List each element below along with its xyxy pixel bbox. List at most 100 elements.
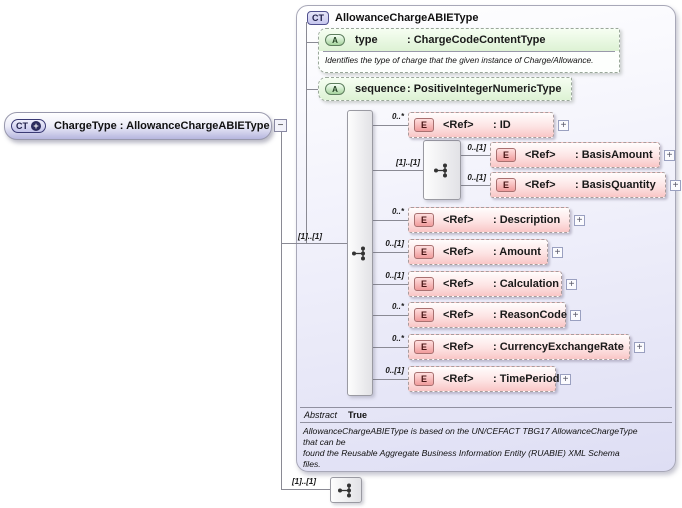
cardinality-timeperiod: 0..[1] (385, 366, 404, 375)
element-name: : Calculation (493, 278, 560, 290)
attribute-sequence-node[interactable]: A sequence : PositiveIntegerNumericType (318, 77, 572, 101)
sequence-compositor[interactable] (347, 110, 373, 396)
element-icon: E (414, 308, 434, 322)
element-icon: E (496, 148, 516, 162)
root-sequence-connector-line (281, 489, 332, 490)
group-cardinality: [1]..[1] (396, 158, 420, 167)
calculation-connector-line (373, 284, 408, 285)
attribute-type-node[interactable]: A type : ChargeCodeContentType Identifie… (318, 28, 620, 73)
element-icon: E (414, 118, 434, 132)
element-ref: <Ref> (443, 309, 474, 321)
expand-button[interactable]: + (552, 247, 563, 258)
plus-circle-icon: + (31, 121, 41, 131)
element-amount[interactable]: E <Ref> : Amount + (408, 239, 563, 265)
cardinality-basisquantity: 0..[1] (467, 173, 486, 182)
basisquantity-connector-line (461, 185, 490, 186)
expand-button[interactable]: + (664, 150, 675, 161)
abstract-label: Abstract (304, 410, 338, 420)
element-icon: E (414, 340, 434, 354)
cardinality-basisamount: 0..[1] (467, 143, 486, 152)
cardinality-currencyexchangerate: 0..* (391, 334, 404, 343)
xsd-diagram-canvas: CT AllowanceChargeABIEType CT + ChargeTyp… (0, 0, 682, 508)
basisamount-connector-line (461, 155, 490, 156)
attribute-type-title: A type : ChargeCodeContentType (319, 29, 619, 51)
element-ref: <Ref> (443, 278, 474, 290)
element-ref: <Ref> (525, 179, 556, 191)
cardinality-calculation: 0..[1] (385, 271, 404, 280)
element-name: : Amount (493, 246, 541, 258)
element-icon: E (496, 178, 516, 192)
element-name: : ReasonCode (493, 309, 567, 321)
cardinality-description: 0..* (391, 207, 404, 216)
abstract-divider-top (300, 407, 672, 408)
abstract-value: True (348, 410, 368, 420)
element-currencyexchangerate[interactable]: E <Ref> : CurrencyExchangeRate + (408, 334, 645, 360)
element-calculation[interactable]: E <Ref> : Calculation + (408, 271, 577, 297)
expand-button[interactable]: + (566, 279, 577, 290)
element-icon: E (414, 245, 434, 259)
panel-attributes-connector-line (306, 22, 307, 243)
attribute-name: sequence (355, 83, 406, 95)
element-name: : CurrencyExchangeRate (493, 341, 624, 353)
cardinality-reasoncode: 0..* (391, 302, 404, 311)
element-ref: <Ref> (525, 149, 556, 161)
group-connector-line (373, 170, 423, 171)
complex-type-icon: CT (307, 11, 329, 25)
description-connector-line (373, 220, 408, 221)
element-ref: <Ref> (443, 119, 474, 131)
expand-button[interactable]: + (558, 120, 569, 131)
abstract-divider-bottom (300, 422, 672, 423)
sequence-icon (338, 483, 351, 497)
expand-button[interactable]: + (574, 215, 585, 226)
panel-title: AllowanceChargeABIEType (335, 12, 479, 24)
attribute-datatype: : PositiveIntegerNumericType (407, 83, 562, 95)
currencyexchangerate-connector-line (373, 347, 408, 348)
expand-button[interactable]: + (570, 310, 581, 321)
element-id[interactable]: E <Ref> : ID + (408, 112, 569, 138)
element-reasoncode[interactable]: E <Ref> : ReasonCode + (408, 302, 581, 328)
cardinality-amount: 0..[1] (385, 239, 404, 248)
timeperiod-connector-line (373, 379, 408, 380)
sequence-icon (352, 246, 365, 260)
root-type-label: ChargeType : AllowanceChargeABIEType (54, 120, 270, 132)
expand-button[interactable]: + (560, 374, 571, 385)
expand-button[interactable]: + (634, 342, 645, 353)
element-ref: <Ref> (443, 341, 474, 353)
attribute-name: type (355, 34, 378, 46)
expand-button[interactable]: + (670, 180, 681, 191)
element-ref: <Ref> (443, 214, 474, 226)
element-icon: E (414, 277, 434, 291)
element-timeperiod[interactable]: E <Ref> : TimePeriod + (408, 366, 571, 392)
type-attr-connector-line (306, 42, 318, 43)
sequence-attr-connector-line (306, 89, 318, 90)
element-name: : BasisAmount (575, 149, 653, 161)
panel-sequence-connector-line (281, 243, 347, 244)
attribute-datatype: : ChargeCodeContentType (407, 34, 546, 46)
element-icon: E (414, 213, 434, 227)
id-connector-line (373, 125, 408, 126)
element-basisquantity[interactable]: E <Ref> : BasisQuantity + (490, 172, 681, 198)
element-name: : BasisQuantity (575, 179, 656, 191)
complex-type-derived-icon: CT + (11, 119, 46, 133)
reasoncode-connector-line (373, 315, 408, 316)
attribute-icon: A (325, 83, 345, 95)
root-sequence-compositor[interactable] (330, 477, 362, 503)
element-description[interactable]: E <Ref> : Description + (408, 207, 585, 233)
element-ref: <Ref> (443, 246, 474, 258)
root-child-connector-line (281, 132, 282, 490)
element-name: : ID (493, 119, 511, 131)
element-basisamount[interactable]: E <Ref> : BasisAmount + (490, 142, 675, 168)
attribute-icon: A (325, 34, 345, 46)
attribute-sequence-title: A sequence : PositiveIntegerNumericType (319, 78, 571, 100)
attribute-annotation: Identifies the type of charge that the g… (325, 55, 594, 65)
root-content-cardinality: [1]..[1] (292, 477, 316, 486)
element-name: : TimePeriod (493, 373, 560, 385)
cardinality-id: 0..* (391, 112, 404, 121)
root-type-node[interactable]: CT + ChargeType : AllowanceChargeABIEType (4, 112, 272, 140)
element-name: : Description (493, 214, 561, 226)
element-ref: <Ref> (443, 373, 474, 385)
collapse-toggle[interactable]: − (274, 119, 287, 132)
sequence-cardinality: [1]..[1] (298, 232, 322, 241)
amount-connector-line (373, 252, 408, 253)
element-icon: E (414, 372, 434, 386)
